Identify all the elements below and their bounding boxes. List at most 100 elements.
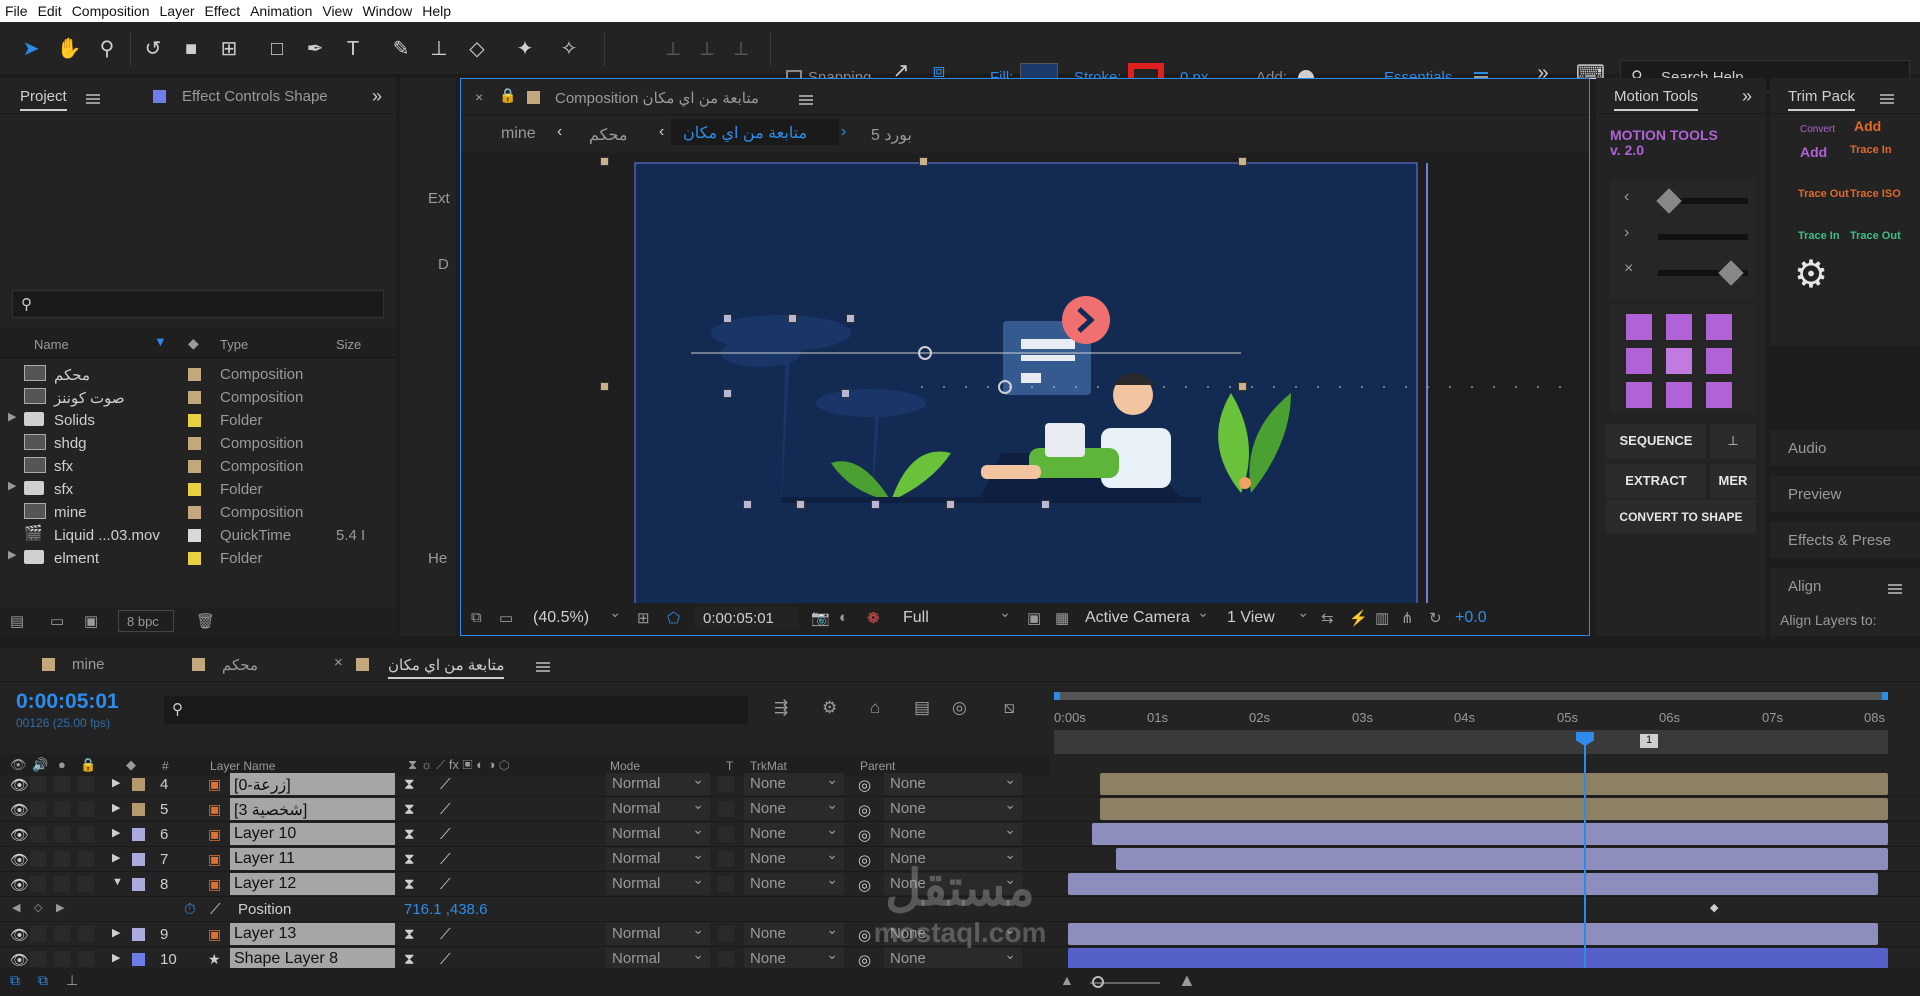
layer-name[interactable]: [شخصية 3]: [230, 798, 395, 820]
layer-name[interactable]: [زرعة-0]: [230, 773, 395, 795]
toggle-inout-icon[interactable]: ⊥: [66, 972, 78, 989]
zoom-in-icon[interactable]: ▲: [1178, 970, 1196, 991]
view-axis-icon[interactable]: ⟂: [728, 36, 754, 62]
sequence-button[interactable]: SEQUENCE: [1606, 424, 1706, 458]
preserve-transparency-toggle[interactable]: [718, 776, 734, 792]
parent-dropdown[interactable]: None: [884, 871, 1022, 895]
lock-toggle[interactable]: [78, 851, 94, 867]
layer-duration-bar[interactable]: [1092, 823, 1888, 845]
visibility-eye-icon[interactable]: 👁: [10, 801, 29, 819]
sequence-options-icon[interactable]: ⊥: [1710, 424, 1756, 458]
label-swatch[interactable]: [188, 368, 201, 381]
lock-toggle[interactable]: [78, 951, 94, 967]
anchor-bottom[interactable]: [1666, 382, 1692, 408]
label-swatch[interactable]: [188, 483, 201, 496]
keyframe-diamond-icon[interactable]: ◆: [1710, 901, 1718, 914]
add-keyframe-icon[interactable]: ◇: [34, 901, 42, 914]
preserve-transparency-toggle[interactable]: [718, 926, 734, 942]
time-ruler[interactable]: 0:00s 01s 02s 03s 04s 05s 06s 07s 08s 1: [1054, 692, 1888, 754]
menu-view[interactable]: View: [317, 3, 357, 19]
channels-icon[interactable]: ❁: [867, 609, 880, 627]
pan-behind-tool-icon[interactable]: ⊞: [216, 36, 242, 62]
trim-convert-button[interactable]: Convert: [1800, 124, 1835, 135]
label-swatch[interactable]: [188, 391, 201, 404]
anchor-top-left[interactable]: [1626, 314, 1652, 340]
layer-name[interactable]: Layer 12: [230, 873, 395, 895]
layer-duration-bar[interactable]: [1116, 848, 1888, 870]
layer-row[interactable]: 👁 ▼ 8 ▣ Layer 12 ⧗ ⟋ Normal None ◎ None: [0, 871, 1920, 897]
graph-editor-icon[interactable]: ⧅: [1004, 698, 1015, 718]
breadcrumb-board5[interactable]: بورد 5: [871, 125, 912, 145]
zoom-tool-icon[interactable]: ⚲: [94, 36, 120, 62]
pick-whip-icon[interactable]: ◎: [858, 801, 871, 819]
preserve-transparency-toggle[interactable]: [718, 826, 734, 842]
layer-label-swatch[interactable]: [132, 928, 145, 941]
layer-duration-bar[interactable]: [1068, 873, 1878, 895]
ease-out-slider[interactable]: [1718, 260, 1744, 286]
anchor-bottom-right[interactable]: [1706, 382, 1732, 408]
pick-whip-icon[interactable]: ◎: [858, 776, 871, 794]
audio-toggle[interactable]: [30, 801, 46, 817]
views-dropdown[interactable]: 1 View: [1221, 604, 1315, 630]
project-item[interactable]: ▶ elment Folder: [0, 544, 395, 572]
camera-tool-icon[interactable]: ■: [178, 36, 204, 62]
quality-switch-icon[interactable]: ⟋: [440, 951, 451, 968]
show-snapshot-icon[interactable]: ◐: [839, 609, 848, 626]
quality-switch-icon[interactable]: ⟋: [440, 851, 451, 868]
track-matte-dropdown[interactable]: None: [744, 846, 844, 870]
shy-switch-icon[interactable]: ⧗: [404, 951, 415, 968]
motion-blur-icon[interactable]: ◎: [952, 698, 967, 718]
blend-mode-dropdown[interactable]: Normal: [606, 846, 710, 870]
tab-composition[interactable]: Composition متابعة من اي مكان: [555, 89, 759, 107]
shy-switch-icon[interactable]: ⧗: [404, 926, 415, 943]
panel-overflow-icon[interactable]: »: [1742, 86, 1752, 107]
trace-out-green-button[interactable]: Trace Out: [1850, 230, 1901, 242]
menu-layer[interactable]: Layer: [155, 3, 200, 19]
layer-row[interactable]: 👁 ▶ 4 ▣ [زرعة-0] ⧗ ⟋ Normal None ◎ None: [0, 771, 1920, 797]
trim-add-top-button[interactable]: Add: [1854, 118, 1881, 134]
timeline-timecode[interactable]: 0:00:05:01: [16, 690, 119, 714]
anchor-bottom-left[interactable]: [1626, 382, 1652, 408]
track-matte-dropdown[interactable]: None: [744, 771, 844, 795]
toggle-modes-icon[interactable]: ⧉: [38, 972, 48, 989]
blend-mode-dropdown[interactable]: Normal: [606, 871, 710, 895]
fast-previews-icon[interactable]: ⚡: [1349, 609, 1368, 627]
solo-toggle[interactable]: [54, 951, 70, 967]
audio-toggle[interactable]: [30, 826, 46, 842]
align-panel[interactable]: Align Align Layers to:: [1770, 568, 1920, 636]
label-swatch[interactable]: [188, 437, 201, 450]
close-icon[interactable]: ×: [475, 89, 483, 105]
world-axis-icon[interactable]: ⟂: [694, 36, 720, 62]
visibility-eye-icon[interactable]: 👁: [10, 951, 29, 969]
convert-to-shape-button[interactable]: CONVERT TO SHAPE: [1606, 500, 1756, 534]
track-matte-dropdown[interactable]: None: [744, 946, 844, 970]
both-ease-icon[interactable]: ×: [1624, 260, 1633, 278]
layer-label-swatch[interactable]: [132, 953, 145, 966]
panel-overflow-icon[interactable]: »: [372, 86, 382, 107]
pick-whip-icon[interactable]: ◎: [858, 826, 871, 844]
tab-mine[interactable]: mine: [72, 656, 105, 673]
menu-help[interactable]: Help: [417, 3, 456, 19]
toggle-pixel-aspect-icon[interactable]: ⇆: [1321, 609, 1334, 627]
visibility-eye-icon[interactable]: 👁: [10, 776, 29, 794]
visibility-eye-icon[interactable]: 👁: [10, 926, 29, 944]
parent-dropdown[interactable]: None: [884, 846, 1022, 870]
blend-mode-dropdown[interactable]: Normal: [606, 921, 710, 945]
anchor-point-icon[interactable]: [998, 380, 1012, 394]
puppet-tool-icon[interactable]: ✧: [556, 36, 582, 62]
menu-effect[interactable]: Effect: [200, 3, 246, 19]
pen-tool-icon[interactable]: ✒: [302, 36, 328, 62]
expand-triangle-icon[interactable]: ▶: [8, 410, 16, 423]
preserve-transparency-toggle[interactable]: [718, 851, 734, 867]
layer-row[interactable]: 👁 ▶ 7 ▣ Layer 11 ⧗ ⟋ Normal None ◎ None: [0, 846, 1920, 872]
comp-flowchart-icon[interactable]: ⇶: [774, 698, 788, 718]
prev-keyframe-icon[interactable]: ◀: [12, 901, 20, 914]
anchor-left[interactable]: [1626, 348, 1652, 374]
anchor-center[interactable]: [1666, 348, 1692, 374]
layer-label-swatch[interactable]: [132, 853, 145, 866]
layer-name[interactable]: Shape Layer 8: [230, 948, 395, 970]
lock-toggle[interactable]: [78, 801, 94, 817]
next-keyframe-icon[interactable]: ▶: [56, 901, 64, 914]
label-swatch[interactable]: [188, 552, 201, 565]
audio-panel[interactable]: Audio: [1770, 430, 1920, 466]
